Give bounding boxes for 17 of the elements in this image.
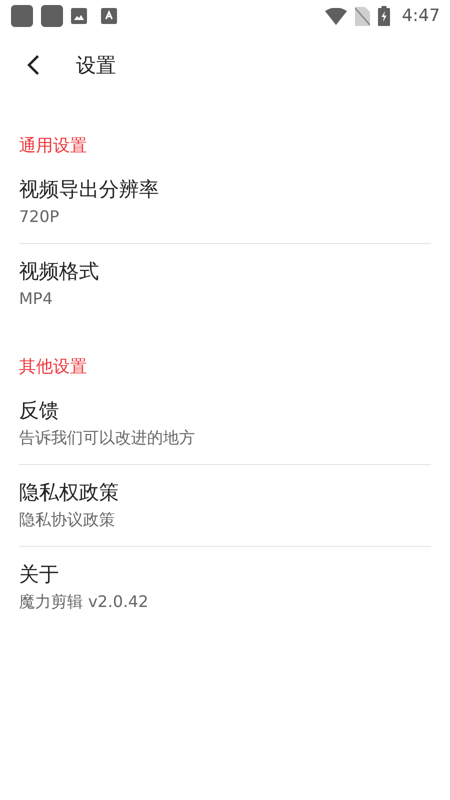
back-icon[interactable] — [26, 54, 42, 76]
battery-charging-icon — [378, 6, 390, 26]
settings-item[interactable]: 隐私权政策 隐私协议政策 — [19, 465, 431, 547]
section-header: 通用设置 — [18, 135, 88, 158]
settings-item[interactable]: 关于 魔力剪辑 v2.0.42 — [19, 547, 431, 628]
no-sim-icon — [354, 6, 370, 26]
image-icon — [71, 8, 87, 24]
status-time: 4:47 — [402, 6, 440, 26]
page-title: 设置 — [76, 52, 116, 78]
settings-item[interactable]: 视频格式 MP4 — [19, 244, 431, 325]
settings-item[interactable]: 反馈 告诉我们可以改进的地方 — [19, 383, 431, 465]
notification-icon — [101, 8, 117, 24]
notification-icon — [11, 5, 33, 27]
section-header: 其他设置 — [18, 356, 88, 379]
notification-icon — [41, 5, 63, 27]
settings-item[interactable]: 视频导出分辨率 720P — [19, 162, 431, 244]
wifi-icon — [324, 8, 347, 24]
